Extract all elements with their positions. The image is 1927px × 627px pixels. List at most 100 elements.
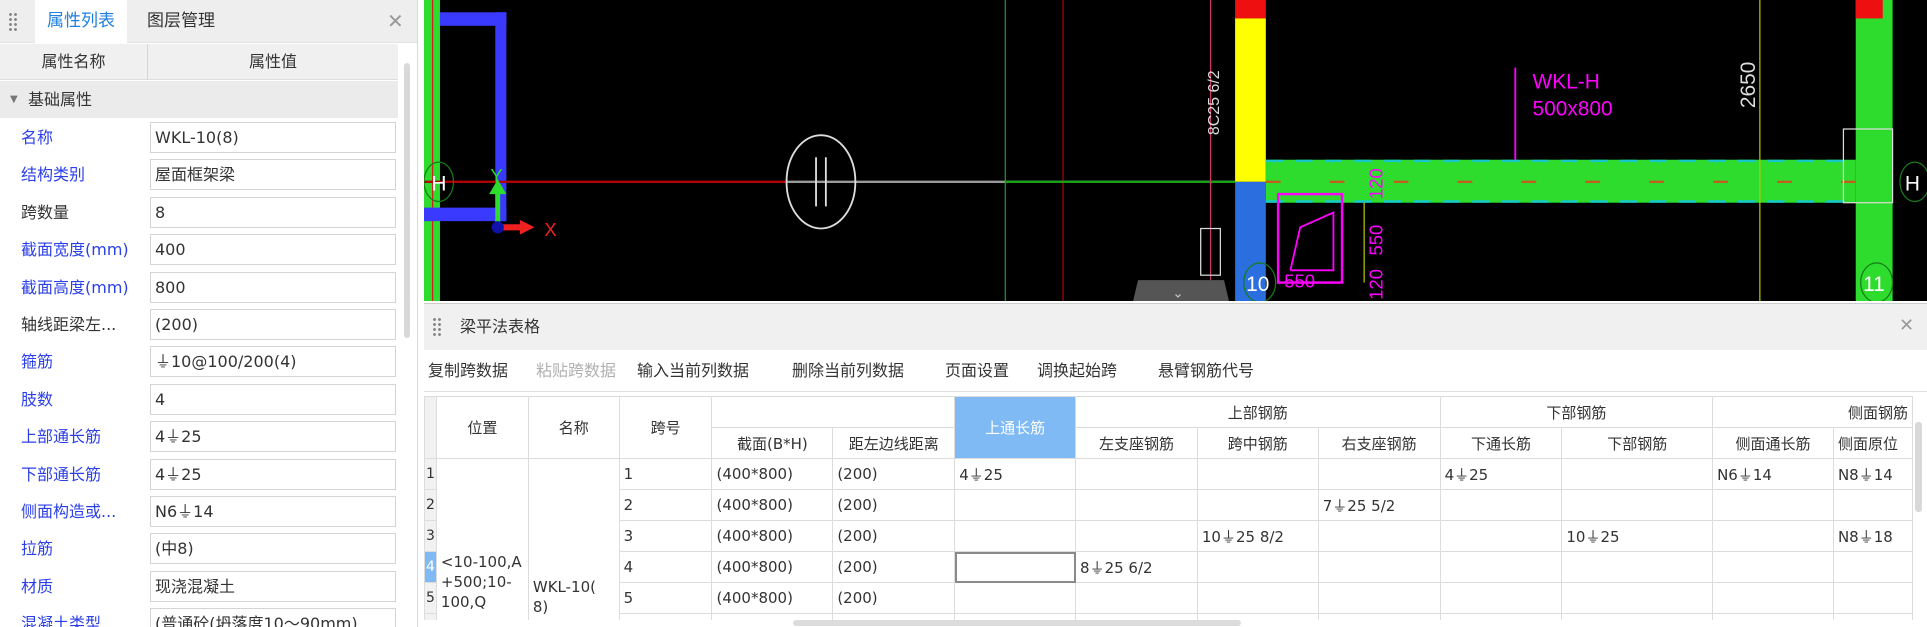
cell-span[interactable]: 1 bbox=[618, 458, 713, 490]
cell-section[interactable]: (400*800) bbox=[711, 489, 834, 521]
property-value-field[interactable]: 800 bbox=[150, 271, 396, 303]
table-vertical-scrollbar[interactable] bbox=[1915, 422, 1922, 512]
cell-side-through[interactable]: N6⏚14 bbox=[1712, 458, 1834, 490]
cell-left-support[interactable] bbox=[1075, 582, 1198, 614]
cell-bottom-through[interactable] bbox=[1439, 489, 1563, 521]
cell-span[interactable]: 5 bbox=[618, 582, 713, 614]
cell-name[interactable]: WKL-10( 8) bbox=[527, 458, 620, 620]
header-offset[interactable]: 距左边线距离 bbox=[832, 427, 956, 459]
cell-position[interactable]: <10-100,A +500;10-100,Q bbox=[435, 458, 529, 620]
cell-top-through[interactable]: 4⏚25 bbox=[954, 458, 1077, 490]
close-icon[interactable]: ✕ bbox=[387, 9, 404, 33]
cell-top-through[interactable] bbox=[954, 551, 1077, 583]
toolbar-button[interactable]: 输入当前列数据 bbox=[637, 350, 749, 392]
toolbar-button[interactable]: 粘贴跨数据 bbox=[536, 350, 616, 392]
cell-bottom-through[interactable] bbox=[1439, 613, 1563, 620]
cell-left-support[interactable] bbox=[1075, 458, 1198, 490]
tab-properties[interactable]: 属性列表 bbox=[35, 0, 127, 43]
cell-mid-span[interactable]: 10⏚25 8/2 bbox=[1196, 520, 1319, 552]
header-side-inplace[interactable]: 侧面原位 bbox=[1832, 427, 1913, 459]
property-value-field[interactable]: N6⏚14 bbox=[150, 496, 396, 527]
cell-offset[interactable]: (200) bbox=[832, 551, 956, 583]
property-value-field[interactable]: (普通砼(坍落度10～90mm) bbox=[150, 608, 396, 627]
header-bottom-rebar[interactable]: 下部钢筋 bbox=[1561, 427, 1714, 459]
row-number[interactable]: 6 bbox=[424, 613, 437, 620]
property-value-field[interactable]: 400 bbox=[150, 234, 396, 266]
header-left-support[interactable]: 左支座钢筋 bbox=[1075, 427, 1198, 459]
cad-canvas[interactable]: H Y X 8C25 6/2 WKL-H 500x800 2650 120 55… bbox=[423, 0, 1927, 303]
cell-left-support[interactable]: 8⏚25 6/2 bbox=[1075, 551, 1198, 583]
header-span[interactable]: 跨号 bbox=[618, 396, 713, 459]
cell-section[interactable]: (400*800) bbox=[711, 551, 834, 583]
cell-right-support[interactable] bbox=[1317, 551, 1441, 583]
cell-bottom-through[interactable] bbox=[1439, 520, 1563, 552]
property-value-field[interactable]: 4⏚25 bbox=[150, 421, 396, 453]
cell-bottom-rebar[interactable]: 10⏚25 bbox=[1561, 520, 1714, 552]
header-side-through[interactable]: 侧面通长筋 bbox=[1712, 427, 1834, 459]
cell-offset[interactable]: (200) bbox=[832, 458, 956, 490]
collapse-triangle-icon[interactable]: ▼ bbox=[10, 81, 18, 118]
cell-mid-span[interactable] bbox=[1196, 551, 1319, 583]
row-number[interactable]: 2 bbox=[424, 489, 437, 521]
cell-bottom-through[interactable]: 4⏚25 bbox=[1439, 458, 1563, 490]
cell-span[interactable]: 6 bbox=[618, 613, 713, 620]
cell-side-through[interactable] bbox=[1712, 489, 1834, 521]
cell-side-through[interactable] bbox=[1712, 520, 1834, 552]
cell-offset[interactable]: (200) bbox=[832, 520, 956, 552]
toolbar-button[interactable]: 删除当前列数据 bbox=[792, 350, 904, 392]
toolbar-button[interactable]: 页面设置 bbox=[945, 350, 1009, 392]
cell-offset[interactable]: (200) bbox=[832, 582, 956, 614]
cell-side-inplace[interactable]: N8⏚18 bbox=[1832, 520, 1913, 552]
cell-right-support[interactable] bbox=[1317, 613, 1441, 620]
property-value-field[interactable]: 8 bbox=[150, 196, 396, 228]
cell-side-inplace[interactable] bbox=[1832, 489, 1913, 521]
cell-side-inplace[interactable] bbox=[1832, 613, 1913, 620]
header-name[interactable]: 名称 bbox=[527, 396, 620, 459]
property-value-field[interactable]: 4⏚25 bbox=[150, 458, 396, 490]
cell-mid-span[interactable] bbox=[1196, 489, 1319, 521]
cell-span[interactable]: 3 bbox=[618, 520, 713, 552]
cell-right-support[interactable]: 7⏚25 5/2 bbox=[1317, 489, 1441, 521]
table-horizontal-scrollbar[interactable] bbox=[793, 620, 1241, 626]
tab-layers[interactable]: 图层管理 bbox=[135, 0, 227, 43]
cell-mid-span[interactable] bbox=[1196, 458, 1319, 490]
cell-span[interactable]: 4 bbox=[618, 551, 713, 583]
cell-left-support[interactable] bbox=[1075, 520, 1198, 552]
cell-left-support[interactable] bbox=[1075, 489, 1198, 521]
header-top-through[interactable]: 上通长筋 bbox=[954, 396, 1077, 459]
cell-section[interactable]: (400*800) bbox=[711, 458, 834, 490]
cell-bottom-rebar[interactable] bbox=[1561, 551, 1714, 583]
cell-side-through[interactable] bbox=[1712, 582, 1834, 614]
row-number[interactable]: 1 bbox=[424, 458, 437, 490]
property-value-field[interactable]: 屋面框架梁 bbox=[150, 159, 396, 191]
cell-span[interactable]: 2 bbox=[618, 489, 713, 521]
cell-bottom-rebar[interactable] bbox=[1561, 613, 1714, 620]
cell-side-through[interactable] bbox=[1712, 551, 1834, 583]
cell-right-support[interactable] bbox=[1317, 582, 1441, 614]
cell-bottom-through[interactable] bbox=[1439, 582, 1563, 614]
header-bottom-through[interactable]: 下通长筋 bbox=[1439, 427, 1563, 459]
cell-top-through[interactable] bbox=[954, 582, 1077, 614]
vertical-scrollbar[interactable] bbox=[404, 63, 410, 338]
group-basic[interactable]: ▼ 基础属性 bbox=[0, 81, 398, 118]
property-value-field[interactable]: ⏚10@100/200(4) bbox=[150, 346, 396, 378]
cell-right-support[interactable] bbox=[1317, 458, 1441, 490]
collapse-panel-button[interactable]: ⌄ bbox=[1133, 280, 1229, 301]
cell-side-inplace[interactable] bbox=[1832, 551, 1913, 583]
close-icon[interactable]: ✕ bbox=[1899, 315, 1914, 336]
cell-section[interactable]: (400*800) bbox=[711, 520, 834, 552]
drag-handle-icon[interactable] bbox=[432, 317, 442, 337]
property-value-field[interactable]: (中8) bbox=[150, 533, 396, 565]
row-number[interactable]: 3 bbox=[424, 520, 437, 552]
row-number[interactable]: 5 bbox=[424, 582, 437, 614]
cell-bottom-rebar[interactable] bbox=[1561, 582, 1714, 614]
cell-side-inplace[interactable] bbox=[1832, 582, 1913, 614]
property-value-field[interactable]: 现浇混凝土 bbox=[150, 570, 396, 602]
header-mid-span[interactable]: 跨中钢筋 bbox=[1196, 427, 1319, 459]
toolbar-button[interactable]: 悬臂钢筋代号 bbox=[1158, 350, 1254, 392]
cell-side-inplace[interactable]: N8⏚14 bbox=[1832, 458, 1913, 490]
cell-bottom-rebar[interactable] bbox=[1561, 489, 1714, 521]
cell-bottom-through[interactable] bbox=[1439, 551, 1563, 583]
toolbar-button[interactable]: 复制跨数据 bbox=[428, 350, 508, 392]
cell-right-support[interactable] bbox=[1317, 520, 1441, 552]
